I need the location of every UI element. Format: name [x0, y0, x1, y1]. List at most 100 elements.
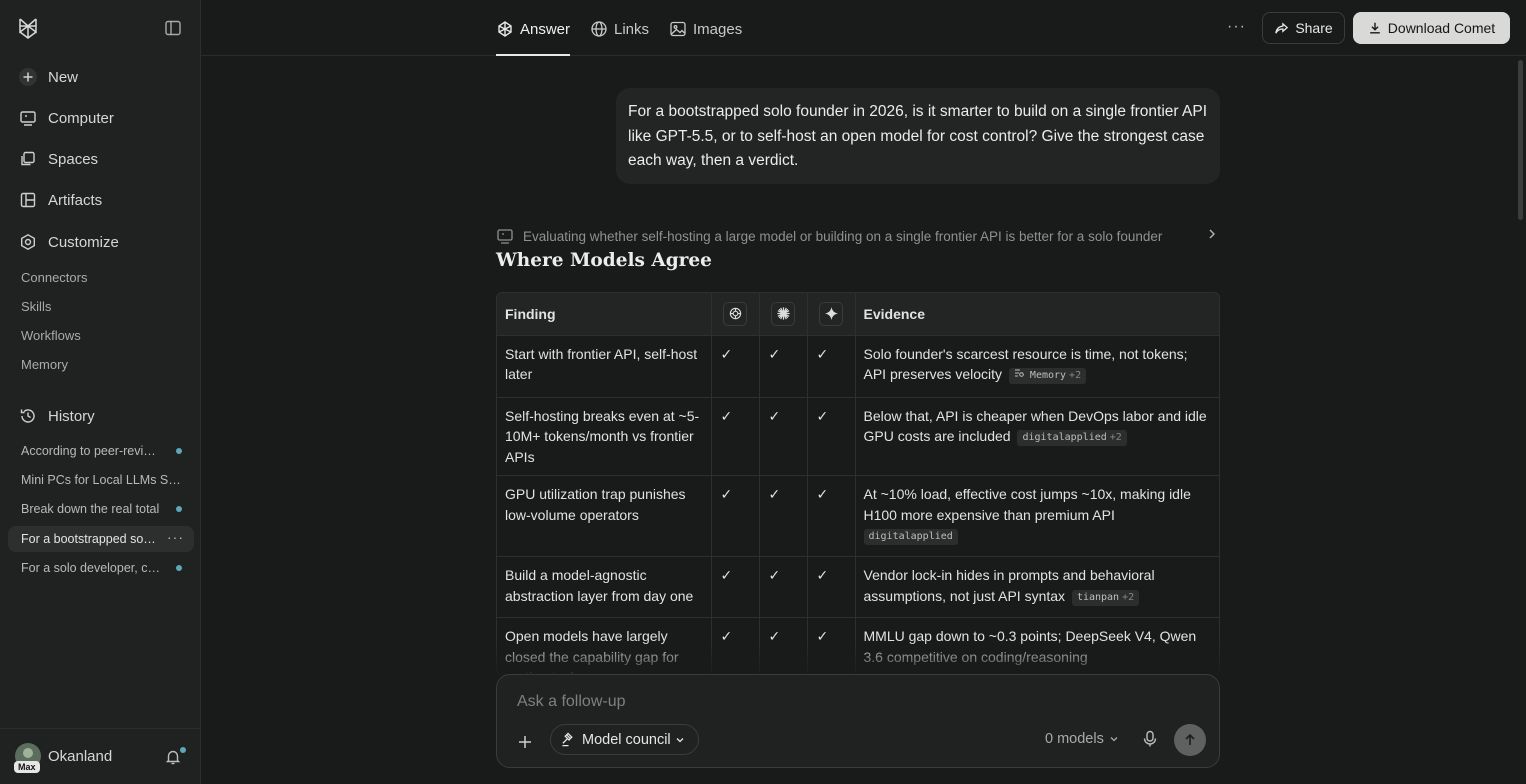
tab-links-label: Links — [614, 20, 650, 38]
check-cell: ✓ — [807, 556, 856, 618]
column-header-finding: Finding — [497, 293, 712, 336]
user-query-bubble: For a bootstrapped solo founder in 2026,… — [616, 88, 1220, 184]
reasoning-step[interactable]: Evaluating whether self-hosting a large … — [496, 226, 1220, 246]
nav-customize[interactable]: Customize — [8, 225, 193, 259]
sidebar-toggle-icon[interactable] — [163, 18, 183, 38]
computer-icon — [496, 227, 514, 245]
sidebar-item-workflows[interactable]: Workflows — [21, 328, 81, 343]
check-cell: ✓ — [711, 335, 760, 398]
model-council-button[interactable]: Model council — [550, 724, 699, 755]
check-cell: ✓ — [759, 397, 808, 476]
check-cell: ✓ — [807, 617, 856, 674]
models-count-label: 0 models — [1045, 731, 1104, 747]
spaces-icon — [18, 149, 38, 169]
source-extra: +2 — [1109, 432, 1122, 443]
history-item-title: Mini PCs for Local LLMs Spring — [21, 473, 183, 487]
gemini-icon — [819, 301, 843, 326]
send-button[interactable] — [1174, 724, 1206, 756]
check-cell: ✓ — [807, 397, 856, 476]
nav-artifacts-label: Artifacts — [48, 191, 103, 209]
image-icon — [669, 20, 687, 38]
share-button[interactable]: Share — [1262, 12, 1345, 44]
column-header-model — [807, 293, 856, 336]
agreement-table: Finding Evidence Start with frontier API… — [496, 292, 1220, 675]
nav-artifacts[interactable]: Artifacts — [8, 183, 193, 217]
history-item-active[interactable]: For a bootstrapped solo founder ··· — [8, 526, 194, 552]
column-header-model — [759, 293, 808, 336]
computer-icon — [18, 108, 38, 128]
source-name: tianpan — [1076, 591, 1120, 603]
active-tab-indicator — [496, 54, 570, 56]
sidebar-item-skills[interactable]: Skills — [21, 299, 51, 314]
history-item-title: For a bootstrapped solo founder — [21, 532, 157, 546]
arrow-up-icon — [1185, 733, 1195, 745]
history-item[interactable]: Break down the real total — [8, 496, 194, 522]
nav-computer[interactable]: Computer — [8, 101, 193, 135]
source-chip[interactable]: digitalapplied +2 — [1017, 430, 1127, 446]
artifacts-icon — [18, 190, 38, 210]
reasoning-step-text: Evaluating whether self-hosting a large … — [523, 228, 1163, 244]
history-item[interactable]: According to peer-reviewed — [8, 438, 194, 464]
tab-answer-label: Answer — [520, 20, 571, 38]
source-chip[interactable]: Memory +2 — [1008, 368, 1087, 384]
openai-icon — [723, 301, 747, 326]
check-cell: ✓ — [807, 475, 856, 557]
perplexity-logo-icon[interactable] — [16, 16, 40, 40]
more-options-icon[interactable]: ··· — [167, 529, 184, 545]
tab-links[interactable]: Links — [590, 18, 649, 40]
finding-cell: Start with frontier API, self-host later — [497, 335, 712, 398]
tab-answer[interactable]: Answer — [496, 18, 570, 40]
source-extra: +2 — [1069, 370, 1082, 381]
check-cell: ✓ — [711, 397, 760, 476]
source-chip[interactable]: tianpan +2 — [1071, 589, 1140, 606]
microphone-icon[interactable] — [1142, 730, 1160, 750]
nav-spaces[interactable]: Spaces — [8, 142, 193, 176]
user-name: Okanland — [48, 748, 113, 765]
check-cell: ✓ — [711, 475, 760, 557]
column-header-evidence: Evidence — [855, 293, 1219, 336]
finding-cell: Self-hosting breaks even at ~5-10M+ toke… — [497, 397, 712, 476]
check-cell: ✓ — [711, 617, 760, 674]
section-heading: Where Models Agree — [496, 250, 712, 271]
models-selector[interactable]: 0 models — [1045, 731, 1119, 747]
claude-icon — [771, 301, 795, 326]
nav-spaces-label: Spaces — [48, 150, 99, 168]
nav-new-label: New — [48, 68, 79, 86]
chevron-down-icon — [1110, 737, 1118, 742]
follow-up-input[interactable]: Ask a follow-up — [517, 693, 626, 711]
chevron-right-icon — [1206, 227, 1218, 244]
sidebar-item-memory[interactable]: Memory — [21, 357, 68, 372]
attach-plus-icon[interactable] — [513, 730, 537, 754]
evidence-cell: Below that, API is cheaper when DevOps l… — [855, 397, 1219, 476]
check-cell: ✓ — [711, 556, 760, 618]
tab-images[interactable]: Images — [669, 18, 742, 40]
sidebar-item-connectors[interactable]: Connectors — [21, 270, 87, 285]
more-options-icon[interactable]: ··· — [1227, 18, 1246, 36]
unread-dot — [176, 506, 182, 512]
evidence-text: At ~10% load, effective cost jumps ~10x,… — [863, 486, 1191, 523]
download-comet-button[interactable]: Download Comet — [1353, 12, 1510, 44]
source-chip[interactable]: digitalapplied — [863, 529, 958, 545]
download-label: Download Comet — [1387, 20, 1496, 36]
sidebar: New Computer Spaces Artifacts Customize — [0, 0, 201, 784]
nav-history[interactable]: History — [8, 399, 193, 433]
notification-dot — [180, 747, 186, 753]
nav-customize-label: Customize — [48, 233, 119, 251]
history-item[interactable]: For a solo developer, comparing — [8, 555, 194, 581]
source-name: Memory — [1029, 370, 1067, 381]
table-row: GPU utilization trap punishes low-volume… — [497, 475, 1219, 557]
user-profile[interactable]: Max Okanland — [0, 728, 200, 784]
follow-up-composer[interactable]: Ask a follow-up Model council 0 models — [496, 674, 1220, 768]
download-icon — [1369, 22, 1380, 34]
memory-icon — [1014, 369, 1024, 377]
evidence-cell: At ~10% load, effective cost jumps ~10x,… — [855, 475, 1219, 557]
nav-new[interactable]: New — [8, 60, 193, 94]
evidence-cell: MMLU gap down to ~0.3 points; DeepSeek V… — [855, 617, 1219, 674]
check-cell: ✓ — [807, 335, 856, 398]
history-item-title: Break down the real total — [21, 502, 160, 516]
share-label: Share — [1295, 20, 1333, 36]
history-item[interactable]: Mini PCs for Local LLMs Spring — [8, 467, 194, 493]
column-header-model — [711, 293, 760, 336]
finding-cell: Open models have largely closed the capa… — [497, 617, 712, 674]
scrollbar-thumb[interactable] — [1518, 60, 1523, 220]
